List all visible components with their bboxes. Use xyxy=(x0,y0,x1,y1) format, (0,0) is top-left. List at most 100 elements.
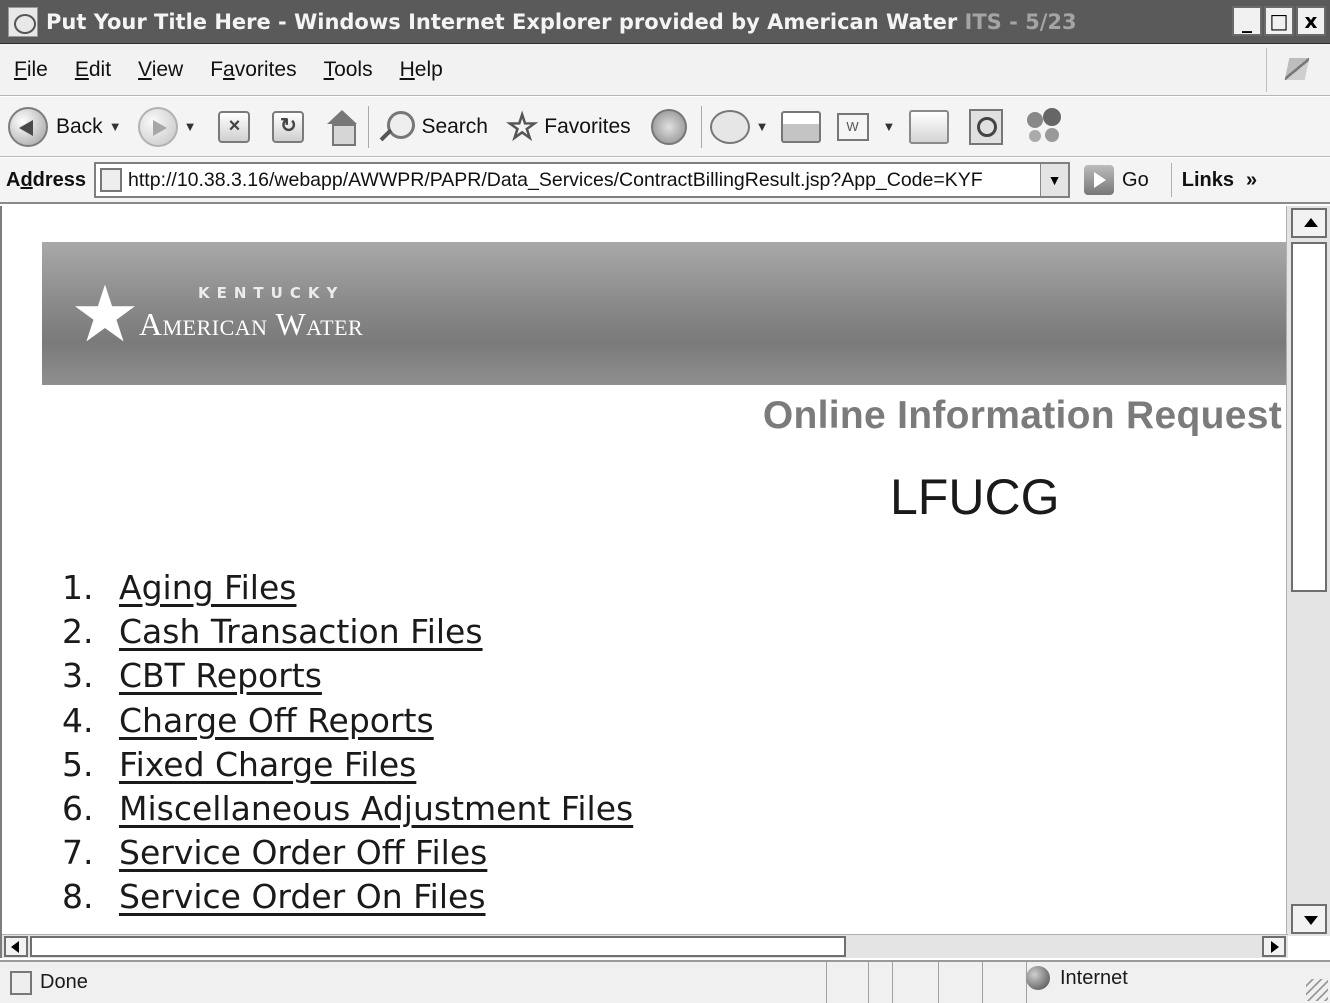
print-button[interactable] xyxy=(780,110,821,143)
page-heading: Online Information Request xyxy=(762,394,1282,437)
banner-state: KENTUCKY xyxy=(198,284,345,302)
forward-button[interactable]: ▼ xyxy=(137,106,197,147)
link-charge-off-reports[interactable]: Charge Off Reports xyxy=(119,699,434,743)
status-text: Done xyxy=(40,971,88,993)
list-item: 3. CBT Reports xyxy=(62,654,633,698)
scroll-left-icon[interactable] xyxy=(4,936,28,957)
link-aging-files[interactable]: Aging Files xyxy=(119,566,296,610)
ie-app-icon[interactable] xyxy=(8,6,38,37)
search-button[interactable]: Search xyxy=(377,109,488,145)
discuss-button[interactable] xyxy=(909,109,950,144)
back-dropdown-icon[interactable]: ▼ xyxy=(109,119,122,134)
toolbar: Back ▼ ▼ × ↻ Search ☆ Favorites ▼ W ▼ xyxy=(0,97,1330,157)
toolbar-separator xyxy=(368,105,370,148)
title-bar: Put Your Title Here - Windows Internet E… xyxy=(0,0,1330,44)
stop-button[interactable]: × xyxy=(218,110,251,143)
menu-help[interactable]: Help xyxy=(400,58,443,82)
go-label: Go xyxy=(1122,168,1149,191)
star-logo-icon: ★ xyxy=(70,270,140,360)
edit-dropdown-icon[interactable]: ▼ xyxy=(883,119,896,134)
window-title: Put Your Title Here - Windows Internet E… xyxy=(46,9,1077,34)
favorites-button[interactable]: ☆ Favorites xyxy=(505,105,631,147)
link-fixed-charge-files[interactable]: Fixed Charge Files xyxy=(119,743,416,787)
maximize-button[interactable]: □ xyxy=(1264,6,1294,36)
link-service-order-off-files[interactable]: Service Order Off Files xyxy=(119,831,487,875)
status-panel xyxy=(868,962,892,1003)
status-panels xyxy=(826,962,1030,1003)
list-item: 1. Aging Files xyxy=(62,566,633,610)
list-item: 5. Fixed Charge Files xyxy=(62,743,633,787)
list-number: 5. xyxy=(62,744,94,784)
list-item: 4. Charge Off Reports xyxy=(62,699,633,743)
minimize-button[interactable]: _ xyxy=(1232,6,1262,36)
toolbar-separator xyxy=(700,105,702,148)
favorites-star-icon: ☆ xyxy=(505,105,539,147)
menu-tools[interactable]: Tools xyxy=(324,58,373,82)
address-bar: Address http://10.38.3.16/webapp/AWWPR/P… xyxy=(0,158,1330,204)
list-item: 7. Service Order Off Files xyxy=(62,831,633,875)
history-icon xyxy=(650,108,687,145)
messenger-button[interactable] xyxy=(1025,107,1065,146)
company-banner: ★ KENTUCKY American Water xyxy=(42,242,1286,385)
back-button[interactable]: Back ▼ xyxy=(8,106,122,147)
close-button[interactable]: x xyxy=(1296,6,1326,36)
menu-file[interactable]: File xyxy=(14,58,48,82)
edit-icon: W xyxy=(836,112,869,141)
forward-icon xyxy=(137,106,178,147)
status-bar: Done Internet xyxy=(0,960,1330,1003)
page-done-icon xyxy=(10,970,32,995)
links-button[interactable]: Links » xyxy=(1170,163,1258,197)
history-button[interactable] xyxy=(650,108,687,145)
chevron-right-icon: » xyxy=(1245,169,1258,191)
forward-dropdown-icon[interactable]: ▼ xyxy=(184,119,197,134)
list-number: 7. xyxy=(62,833,94,873)
scroll-right-icon[interactable] xyxy=(1262,936,1286,957)
home-button[interactable] xyxy=(324,109,360,146)
address-input[interactable]: http://10.38.3.16/webapp/AWWPR/PAPR/Data… xyxy=(94,162,1071,198)
vertical-scroll-thumb[interactable] xyxy=(1291,242,1327,592)
vertical-scrollbar[interactable] xyxy=(1286,206,1330,936)
link-service-order-on-files[interactable]: Service Order On Files xyxy=(119,875,486,919)
link-cash-transaction-files[interactable]: Cash Transaction Files xyxy=(119,610,483,654)
address-label: Address xyxy=(6,168,87,191)
zone-label: Internet xyxy=(1060,966,1128,989)
globe-icon xyxy=(1026,966,1050,990)
go-button[interactable]: Go xyxy=(1084,165,1149,195)
mail-button[interactable]: ▼ xyxy=(709,109,769,144)
discuss-icon xyxy=(909,109,950,144)
back-label: Back xyxy=(56,114,103,138)
list-number: 8. xyxy=(62,877,94,917)
links-label: Links xyxy=(1181,169,1234,191)
page-icon xyxy=(100,168,123,192)
list-number: 6. xyxy=(62,789,94,829)
mail-dropdown-icon[interactable]: ▼ xyxy=(756,119,769,134)
resize-grip-icon[interactable] xyxy=(1306,979,1328,1001)
edit-button[interactable]: W ▼ xyxy=(836,112,896,141)
menu-view[interactable]: View xyxy=(138,58,183,82)
print-icon xyxy=(780,110,821,143)
link-miscellaneous-adjustment-files[interactable]: Miscellaneous Adjustment Files xyxy=(119,787,633,831)
favorites-label: Favorites xyxy=(544,114,631,138)
link-cbt-reports[interactable]: CBT Reports xyxy=(119,654,322,698)
list-number: 2. xyxy=(62,612,94,652)
menu-edit[interactable]: Edit xyxy=(75,58,111,82)
page-subheading: LFUCG xyxy=(890,469,1060,525)
address-url[interactable]: http://10.38.3.16/webapp/AWWPR/PAPR/Data… xyxy=(128,169,1034,192)
search-icon xyxy=(377,109,416,145)
address-dropdown-icon[interactable]: ▼ xyxy=(1040,164,1069,196)
security-zone[interactable]: Internet xyxy=(1026,966,1128,990)
horizontal-scroll-thumb[interactable] xyxy=(30,936,846,957)
scroll-up-icon[interactable] xyxy=(1291,208,1327,238)
status-panel xyxy=(982,962,1026,1003)
banner-company: American Water xyxy=(139,306,364,342)
refresh-button[interactable]: ↻ xyxy=(272,110,305,143)
menu-favorites[interactable]: Favorites xyxy=(210,58,296,82)
file-list: 1. Aging Files 2. Cash Transaction Files 3… xyxy=(62,566,633,920)
menu-bar: File Edit View Favorites Tools Help xyxy=(0,44,1330,96)
scroll-down-icon[interactable] xyxy=(1291,904,1327,934)
windows-logo-icon xyxy=(1266,48,1326,92)
research-button[interactable] xyxy=(969,108,1004,145)
go-arrow-icon xyxy=(1084,165,1115,195)
horizontal-scrollbar[interactable] xyxy=(2,934,1288,958)
home-icon xyxy=(324,109,360,146)
